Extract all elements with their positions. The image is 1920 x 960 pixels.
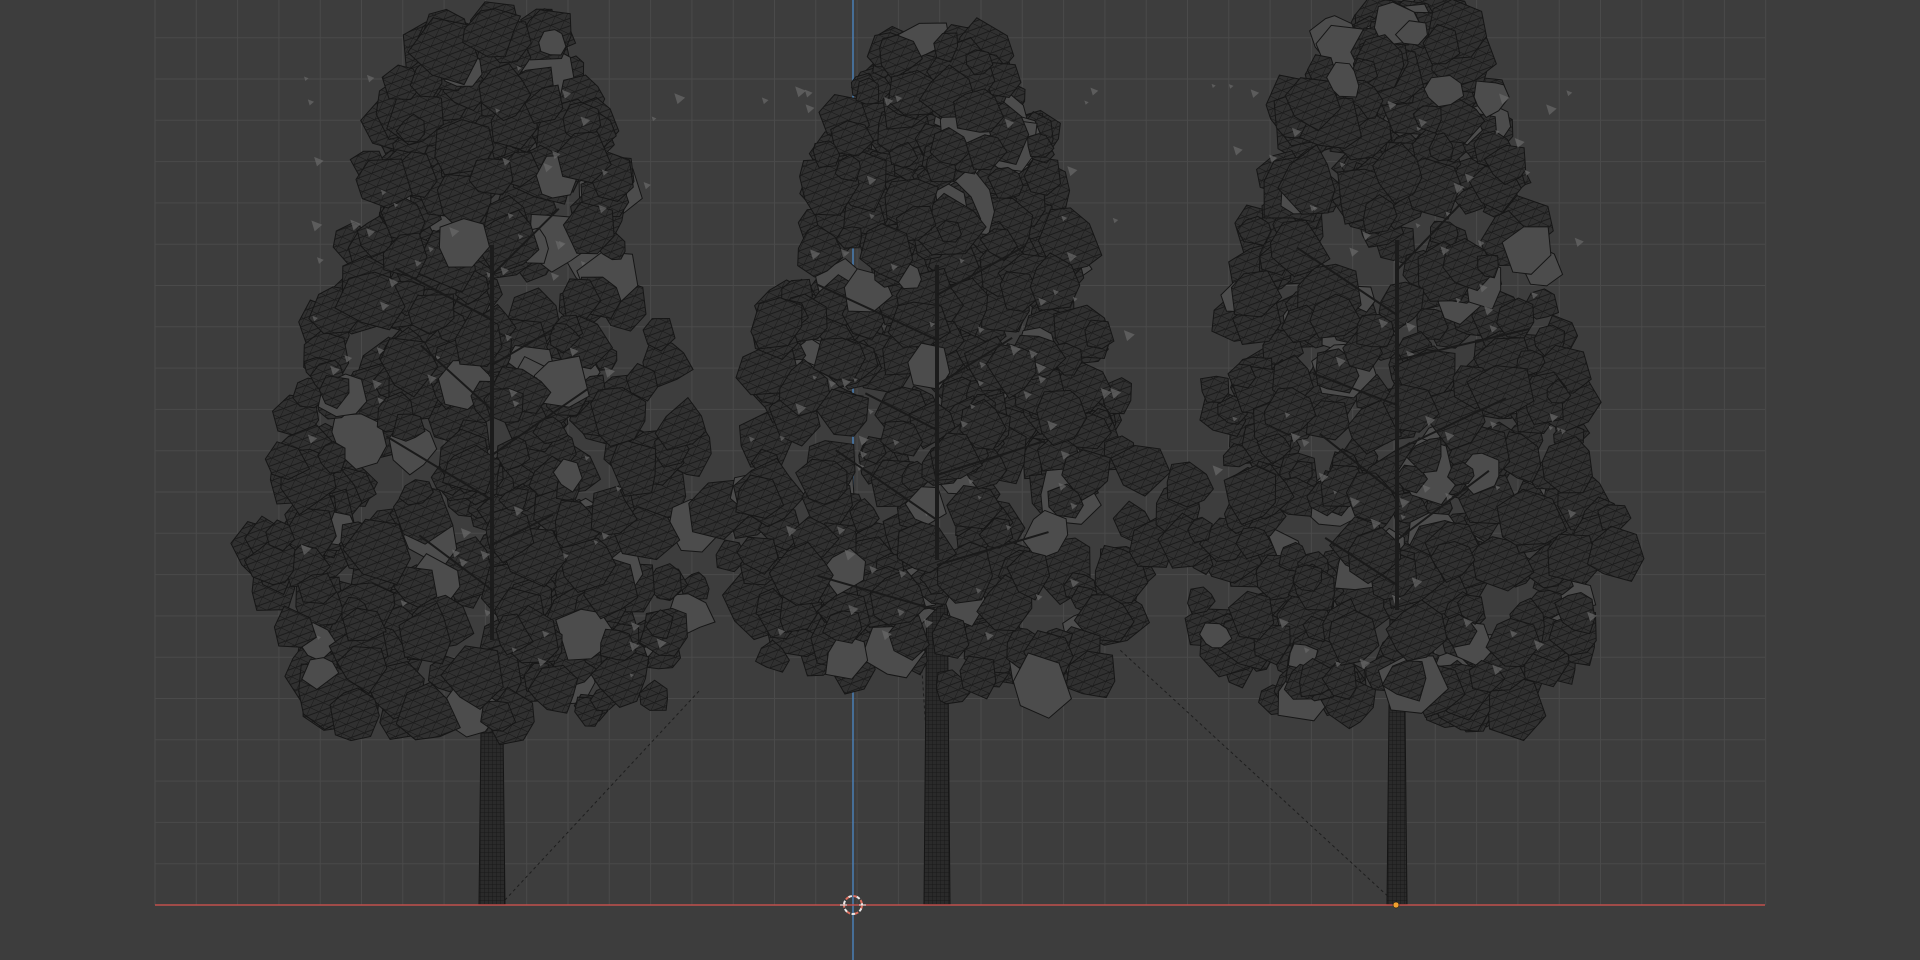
tree-3[interactable] [1119, 0, 1645, 906]
tree-1[interactable] [230, 1, 721, 906]
tree-2[interactable] [688, 17, 1175, 906]
viewport-canvas[interactable] [0, 0, 1920, 960]
tree-collection [230, 0, 1645, 906]
tree-crown [230, 1, 721, 746]
object-origin-icon [1392, 901, 1400, 909]
active-origin-dot [1392, 901, 1400, 909]
3d-viewport[interactable] [0, 0, 1920, 960]
